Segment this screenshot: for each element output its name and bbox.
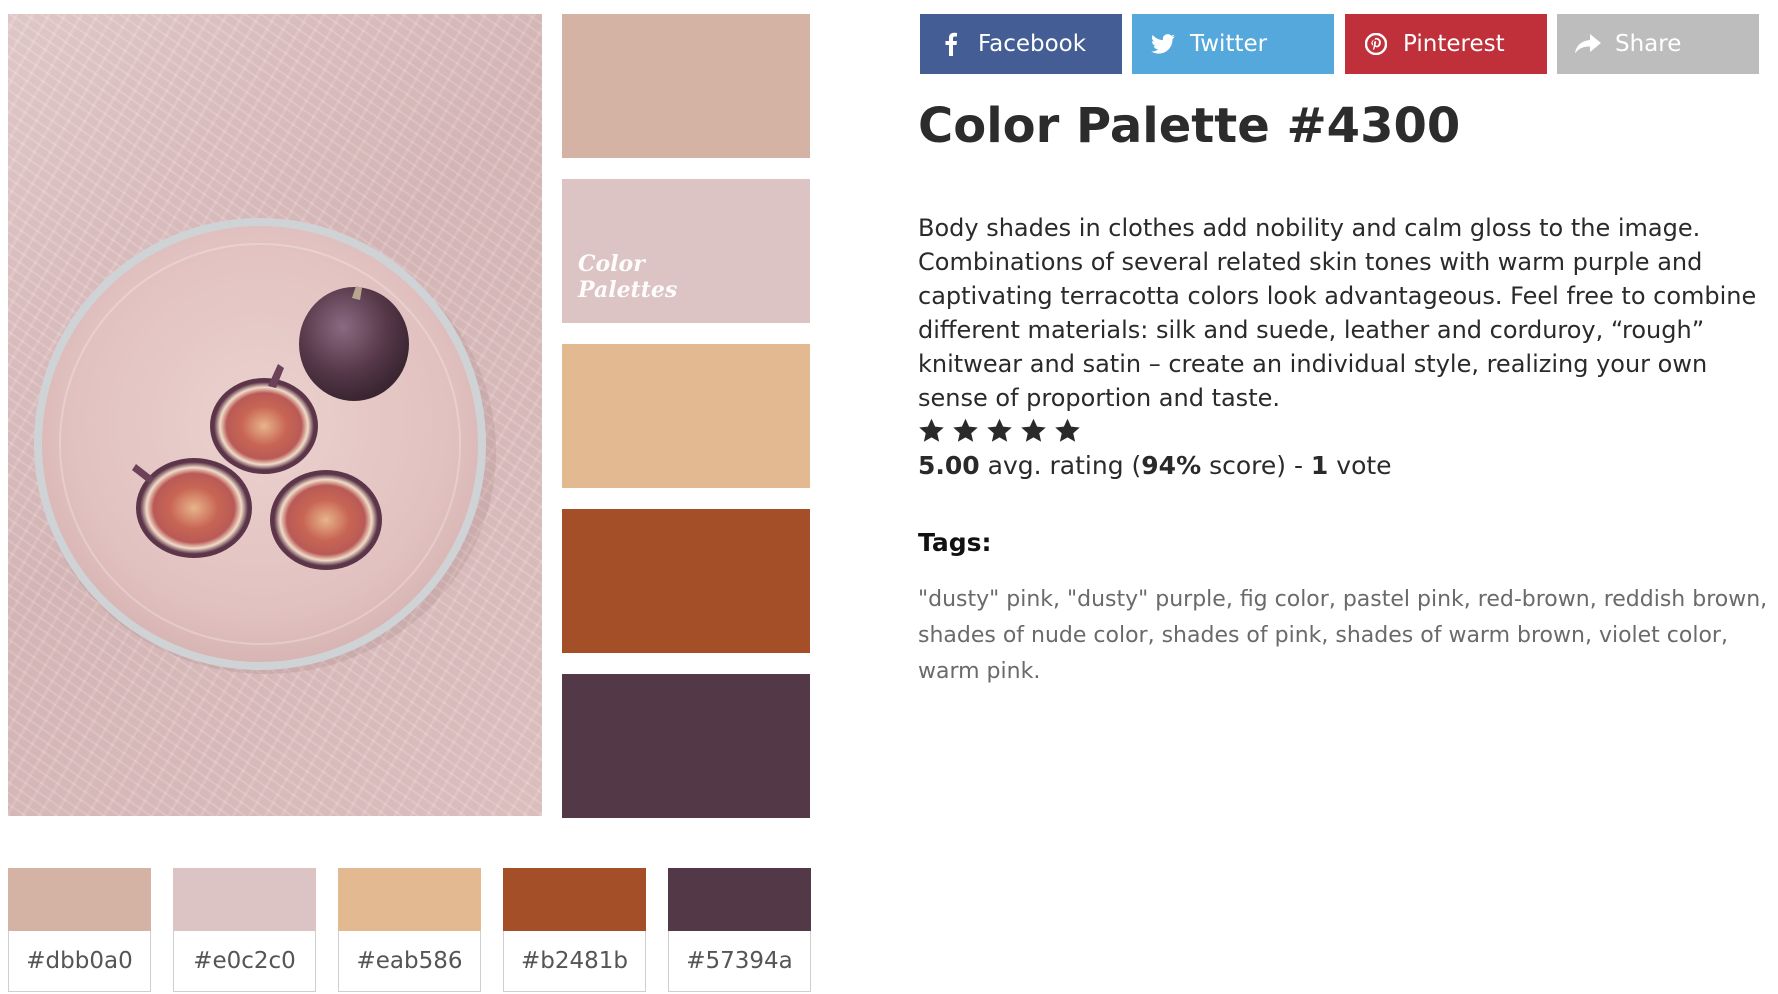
- tag-link[interactable]: "dusty" pink: [918, 587, 1053, 612]
- color-palettes-watermark: Color Palettes: [578, 251, 678, 303]
- swatch-card-4[interactable]: #b2481b: [503, 868, 646, 992]
- swatch-large-2: Color Palettes: [562, 179, 810, 323]
- twitter-icon: [1150, 31, 1176, 57]
- rating-votes-text: vote: [1328, 451, 1392, 480]
- palette-photo: [8, 14, 542, 816]
- star-icon[interactable]: [1020, 417, 1047, 444]
- share-label: Share: [1615, 31, 1682, 57]
- rating-stars[interactable]: [918, 417, 1081, 444]
- swatch-large-5: [562, 674, 810, 818]
- tag-link[interactable]: shades of pink: [1162, 623, 1322, 648]
- tag-link[interactable]: fig color: [1240, 587, 1329, 612]
- tag-link[interactable]: reddish brown: [1604, 587, 1760, 612]
- swatch-card-3[interactable]: #eab586: [338, 868, 481, 992]
- swatch-hex-label: #eab586: [338, 931, 481, 992]
- tags-list: "dusty" pink, "dusty" purple, fig color,…: [918, 587, 1768, 684]
- swatch-hex-label: #b2481b: [503, 931, 646, 992]
- share-arrow-icon: [1575, 31, 1601, 57]
- star-icon[interactable]: [986, 417, 1013, 444]
- swatch-large-1: [562, 14, 810, 158]
- star-icon[interactable]: [952, 417, 979, 444]
- swatch-hex-label: #dbb0a0: [8, 931, 151, 992]
- tag-link[interactable]: warm pink: [918, 659, 1033, 684]
- star-icon[interactable]: [1054, 417, 1081, 444]
- pinterest-share-button[interactable]: Pinterest: [1345, 14, 1547, 74]
- rating-avg-text: avg. rating (: [979, 451, 1142, 480]
- rating-score-text: score) -: [1201, 451, 1311, 480]
- facebook-share-button[interactable]: Facebook: [920, 14, 1122, 74]
- swatch-color: [668, 868, 811, 931]
- rating-score: 94%: [1141, 451, 1202, 480]
- facebook-label: Facebook: [978, 31, 1087, 57]
- swatch-color: [338, 868, 481, 931]
- swatch-card-1[interactable]: #dbb0a0: [8, 868, 151, 992]
- star-icon[interactable]: [918, 417, 945, 444]
- page-title: Color Palette #4300: [918, 98, 1461, 154]
- swatch-hex-label: #e0c2c0: [173, 931, 316, 992]
- pinterest-icon: [1363, 31, 1389, 57]
- swatch-card-2[interactable]: #e0c2c0: [173, 868, 316, 992]
- swatch-large-3: [562, 344, 810, 488]
- swatch-color: [173, 868, 316, 931]
- facebook-icon: [938, 31, 964, 57]
- rating-summary: 5.00 avg. rating (94% score) - 1 vote: [918, 451, 1392, 480]
- tag-link[interactable]: violet color: [1599, 623, 1721, 648]
- swatch-hex-label: #57394a: [668, 931, 811, 992]
- tag-link[interactable]: shades of warm brown: [1335, 623, 1585, 648]
- swatch-card-5[interactable]: #57394a: [668, 868, 811, 992]
- share-button[interactable]: Share: [1557, 14, 1759, 74]
- twitter-label: Twitter: [1190, 31, 1268, 57]
- tag-link[interactable]: "dusty" purple: [1067, 587, 1226, 612]
- rating-votes: 1: [1310, 451, 1329, 480]
- tag-link[interactable]: red-brown: [1478, 587, 1590, 612]
- swatch-large-4: [562, 509, 810, 653]
- tags-heading: Tags:: [918, 528, 992, 557]
- twitter-share-button[interactable]: Twitter: [1132, 14, 1334, 74]
- swatch-color: [503, 868, 646, 931]
- tag-link[interactable]: pastel pink: [1343, 587, 1464, 612]
- tag-link[interactable]: shades of nude color: [918, 623, 1148, 648]
- rating-average: 5.00: [918, 451, 980, 480]
- palette-description: Body shades in clothes add nobility and …: [918, 214, 1757, 412]
- swatch-color: [8, 868, 151, 931]
- figs-on-plate-illustration: [34, 218, 496, 674]
- pinterest-label: Pinterest: [1403, 31, 1505, 57]
